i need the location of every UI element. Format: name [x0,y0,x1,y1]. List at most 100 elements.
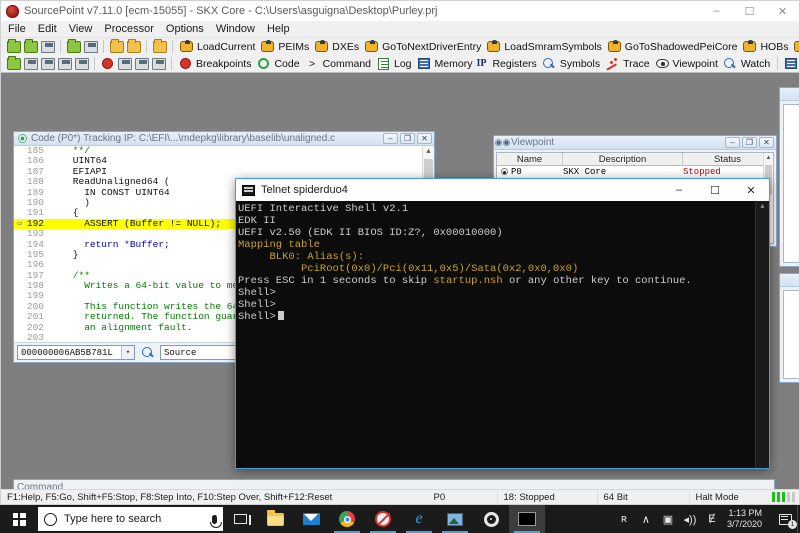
toolbar-peims-button[interactable]: PEIMs [258,39,312,54]
toolbar-breakpoints-button[interactable]: Breakpoints [176,56,254,71]
run-icon[interactable] [133,56,150,71]
telnet-close-button[interactable]: ✕ [733,179,769,201]
toolbar-memory-button[interactable]: Memory [415,56,476,71]
open-icon[interactable] [22,38,39,54]
taskbar-app-file-explorer[interactable] [257,505,293,533]
code-icon [255,56,272,71]
start-button[interactable] [0,505,38,533]
volume-icon[interactable]: ◂)) [679,505,701,533]
taskbar-clock[interactable]: 1:13 PM 3/7/2020 [723,505,770,533]
code-window-close-button[interactable]: ✕ [417,133,432,144]
toolbar-code-button[interactable]: Code [254,56,302,71]
reset-icon[interactable] [99,56,116,71]
network-icon[interactable]: ▣ [657,505,679,533]
viewpoint-close-button[interactable]: ✕ [759,137,774,148]
show-hidden-icons-chevron[interactable]: ∧ [635,505,657,533]
macro-icon[interactable] [151,38,168,54]
toolbar-hobs-button[interactable]: HOBs [740,39,791,54]
search-input[interactable]: Type here to search [38,507,223,531]
scroll-up-arrow[interactable]: ▲ [423,146,434,158]
menu-help[interactable]: Help [267,23,290,35]
open-file-icon[interactable] [65,38,82,54]
layout-1-icon[interactable] [782,56,799,71]
toolbar-separator [103,40,104,53]
toolbar-trace-button[interactable]: Trace [603,56,652,71]
toolbar-gotonextdriverentry-button[interactable]: GoToNextDriverEntry [362,39,484,54]
toolbar-sysconfigtable-button[interactable]: SysConfigTable [791,39,799,54]
go-icon[interactable] [5,55,22,71]
taskbar-app-settings[interactable] [473,505,509,533]
menu-edit[interactable]: Edit [38,23,57,35]
stop-icon[interactable] [22,56,39,71]
toolbar-loadsmramsymbols-button[interactable]: LoadSmramSymbols [484,39,604,54]
task-view-button[interactable] [223,505,257,533]
menu-processor[interactable]: Processor [104,23,154,35]
menu-file[interactable]: File [8,23,26,35]
halt-icon[interactable] [116,56,133,71]
taskbar-app-chrome[interactable] [329,505,365,533]
app-maximize-button[interactable]: ☐ [733,1,766,21]
address-dropdown-arrow[interactable]: ▾ [121,346,134,359]
step-out-icon[interactable] [73,56,90,71]
save-all-icon[interactable] [82,39,99,54]
people-icon[interactable]: ʀ [613,505,635,533]
telnet-window-controls: – ☐ ✕ [661,179,769,201]
background-window-upper[interactable]: ✕ ▲ [779,87,799,267]
toolbar-command-button[interactable]: > Command [303,56,374,71]
telnet-window[interactable]: Telnet spiderduo4 – ☐ ✕ UEFI Interactive… [235,178,770,469]
toolbar-loadcurrent-button[interactable]: LoadCurrent [177,39,258,54]
bluetooth-icon[interactable]: Ɇ [701,505,723,533]
magnifier-icon[interactable] [139,345,156,360]
toolbar-dxes-button[interactable]: DXEs [312,39,362,54]
toolbar-log-button[interactable]: Log [374,56,415,71]
app-minimize-button[interactable]: – [700,1,733,21]
telnet-titlebar: Telnet spiderduo4 – ☐ ✕ [236,179,769,201]
step-into-icon[interactable] [39,56,56,71]
toolbar-symbols-button[interactable]: Symbols [540,56,603,71]
viewpoint-maximize-button[interactable]: ❐ [742,137,757,148]
toolbar-gotoshadowedpeicore-button[interactable]: GoToShadowedPeiCore [605,39,741,54]
column-header-description[interactable]: Description [563,153,683,166]
toolbar-watch-button[interactable]: Watch [721,56,773,71]
viewpoint-row[interactable]: P0 SKX Core Stopped [497,166,773,178]
load-alt-icon[interactable] [125,38,142,54]
scroll-up-arrow[interactable]: ▲ [756,201,769,213]
viewpoint-minimize-button[interactable]: – [725,137,740,148]
menu-view[interactable]: View [69,23,93,35]
microphone-icon[interactable] [209,514,222,528]
toolbar-row-2: Breakpoints Code > Command Log Memory IP… [1,55,799,72]
toolbar-button-label: Trace [623,57,650,70]
address-input[interactable]: 000000006AB5B781L ▾ [17,345,135,360]
viewpoint-buttons: – ❐ ✕ [725,137,774,148]
command-window[interactable]: Command P0>Loading User Defined Macro #0… [13,479,775,489]
code-window-minimize-button[interactable]: – [383,133,398,144]
action-center-button[interactable]: 1 [770,505,800,533]
scroll-up-arrow[interactable]: ▲ [764,153,773,163]
toolbar-registers-button[interactable]: IP Registers [475,56,539,71]
open-project-icon[interactable] [5,38,22,54]
settings-icon[interactable] [150,56,167,71]
menu-window[interactable]: Window [216,23,255,35]
viewpoint-select-radio[interactable] [497,168,511,176]
step-over-icon[interactable] [56,56,73,71]
telnet-scrollbar[interactable]: ▲ [755,201,769,468]
telnet-title: Telnet spiderduo4 [261,184,348,196]
taskbar-app-photos[interactable] [437,505,473,533]
telnet-minimize-button[interactable]: – [661,179,697,201]
app-close-button[interactable]: ✕ [766,1,799,21]
column-header-status[interactable]: Status [683,153,773,166]
taskbar-app-mail[interactable] [293,505,329,533]
menu-options[interactable]: Options [166,23,204,35]
taskbar-app-blocked[interactable] [365,505,401,533]
load-icon[interactable] [108,38,125,54]
taskbar-app-telnet-console[interactable] [509,505,545,533]
save-icon[interactable] [39,39,56,54]
column-header-name[interactable]: Name [497,153,563,166]
background-window-lower[interactable]: ✕ ▲ [779,273,799,383]
telnet-maximize-button[interactable]: ☐ [697,179,733,201]
taskbar-app-edge[interactable]: e [401,505,437,533]
telnet-console-output[interactable]: UEFI Interactive Shell v2.1 EDK II UEFI v2… [236,201,769,468]
status-led [776,492,780,502]
toolbar-viewpoint-button[interactable]: Viewpoint [653,56,721,71]
code-window-maximize-button[interactable]: ❐ [400,133,415,144]
